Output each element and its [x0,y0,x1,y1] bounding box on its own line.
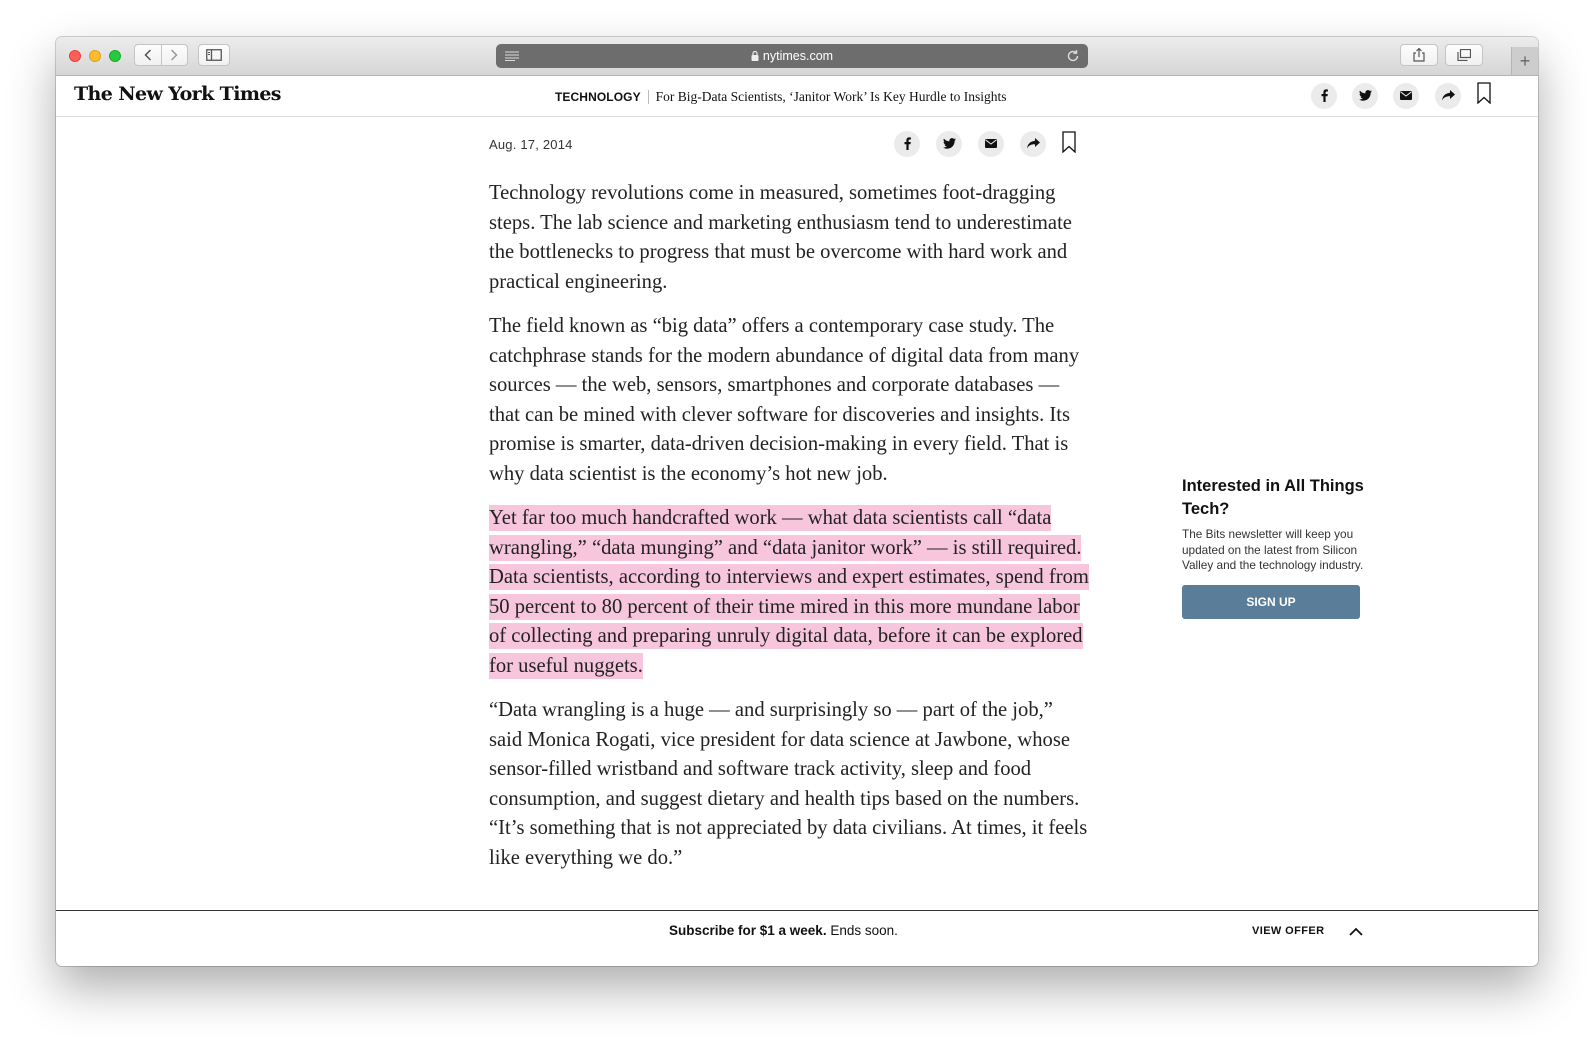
browser-toolbar: nytimes.com + [56,37,1538,76]
email-icon [985,139,997,148]
minimize-window-button[interactable] [89,50,101,62]
header-story-line: TECHNOLOGY For Big-Data Scientists, ‘Jan… [555,89,1007,105]
twitter-icon [942,138,956,149]
share-arrow-icon [1441,90,1455,101]
more-share-button[interactable] [1435,82,1461,109]
tabs-overview-button[interactable] [1445,44,1483,66]
subscribe-message: Subscribe for $1 a week. Ends soon. [669,923,898,938]
view-offer-link[interactable]: VIEW OFFER [1252,925,1324,937]
zoom-window-button[interactable] [109,50,121,62]
reload-icon[interactable] [1066,49,1080,63]
close-window-button[interactable] [69,50,81,62]
highlighted-paragraph: Yet far too much handcrafted work — what… [489,504,1089,681]
twitter-icon [1358,90,1372,101]
article-body: Technology revolutions come in measured,… [489,179,1089,888]
chevron-right-icon [171,49,178,61]
subscribe-ends-text: Ends soon. [826,923,898,938]
chevron-up-icon [1349,927,1363,936]
more-share-button[interactable] [1020,130,1046,157]
article-date: Aug. 17, 2014 [489,137,573,152]
header-share-tools [1311,82,1491,109]
bookmark-icon [1062,131,1076,154]
new-tab-button[interactable]: + [1511,47,1538,75]
reader-list-icon[interactable] [505,51,519,61]
chevron-left-icon [144,49,151,61]
sign-up-button[interactable]: SIGN UP [1182,584,1360,619]
subscribe-banner: Subscribe for $1 a week. Ends soon. VIEW… [56,910,1538,950]
subscribe-offer-text: Subscribe for $1 a week. [669,923,827,938]
twitter-share-button[interactable] [1352,82,1378,109]
forward-button[interactable] [162,45,188,65]
facebook-share-button[interactable] [1311,82,1337,109]
article-bookmark-button[interactable] [1062,131,1076,158]
newsletter-promo: Interested in All Things Tech? The Bits … [1182,475,1364,619]
back-button[interactable] [135,45,161,65]
article-paragraph: The field known as “big data” offers a c… [489,315,1080,485]
url-text: nytimes.com [762,49,834,63]
share-arrow-icon [1026,138,1040,149]
divider [647,90,649,104]
facebook-share-button[interactable] [894,130,920,157]
newsletter-title: Interested in All Things Tech? [1182,477,1364,518]
newsletter-description: The Bits newsletter will keep you update… [1182,527,1364,572]
expand-banner-button[interactable] [1349,923,1363,941]
section-label[interactable]: TECHNOLOGY [555,90,641,104]
email-share-button[interactable] [978,130,1004,157]
share-icon [1413,48,1425,62]
sidebar-toggle-button[interactable] [198,44,230,66]
twitter-share-button[interactable] [936,130,962,157]
highlighted-text[interactable]: Yet far too much handcrafted work — what… [489,505,1089,679]
article-paragraph: “Data wrangling is a huge — and surprisi… [489,699,1088,869]
share-sheet-button[interactable] [1400,44,1438,66]
plus-icon: + [1519,50,1531,71]
tabs-icon [1457,49,1471,61]
facebook-icon [904,137,911,150]
lock-icon [751,51,759,61]
email-icon [1400,91,1412,100]
article-paragraph: Technology revolutions come in measured,… [489,182,1072,293]
article-share-tools [894,129,1076,158]
bookmark-icon [1477,82,1491,105]
address-bar[interactable]: nytimes.com [496,44,1088,68]
navigation-buttons [134,44,188,66]
header-bookmark-button[interactable] [1477,82,1491,109]
sidebar-icon [206,49,222,61]
nyt-logo[interactable]: The New York Times [74,83,282,105]
header-headline: For Big-Data Scientists, ‘Janitor Work’ … [655,89,1007,104]
facebook-icon [1321,89,1328,102]
email-share-button[interactable] [1393,82,1419,109]
browser-window: nytimes.com + The New York Times TECHNOL… [56,37,1538,966]
